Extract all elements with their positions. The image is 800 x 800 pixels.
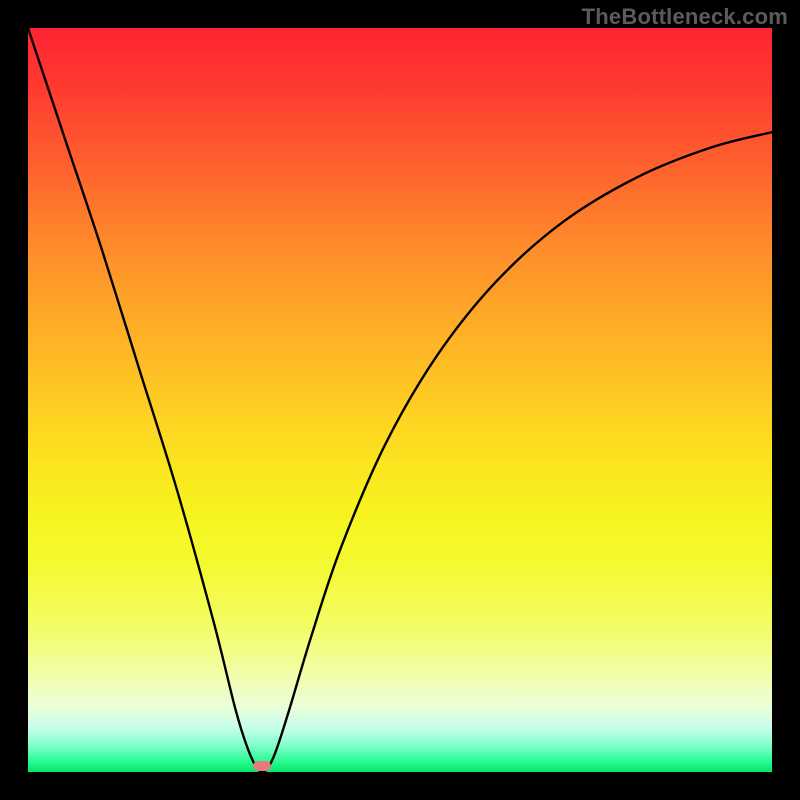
plot-area [28,28,772,772]
watermark-text: TheBottleneck.com [582,4,788,30]
chart-frame: TheBottleneck.com [0,0,800,800]
bottleneck-curve [28,28,772,772]
optimal-marker [253,761,271,771]
